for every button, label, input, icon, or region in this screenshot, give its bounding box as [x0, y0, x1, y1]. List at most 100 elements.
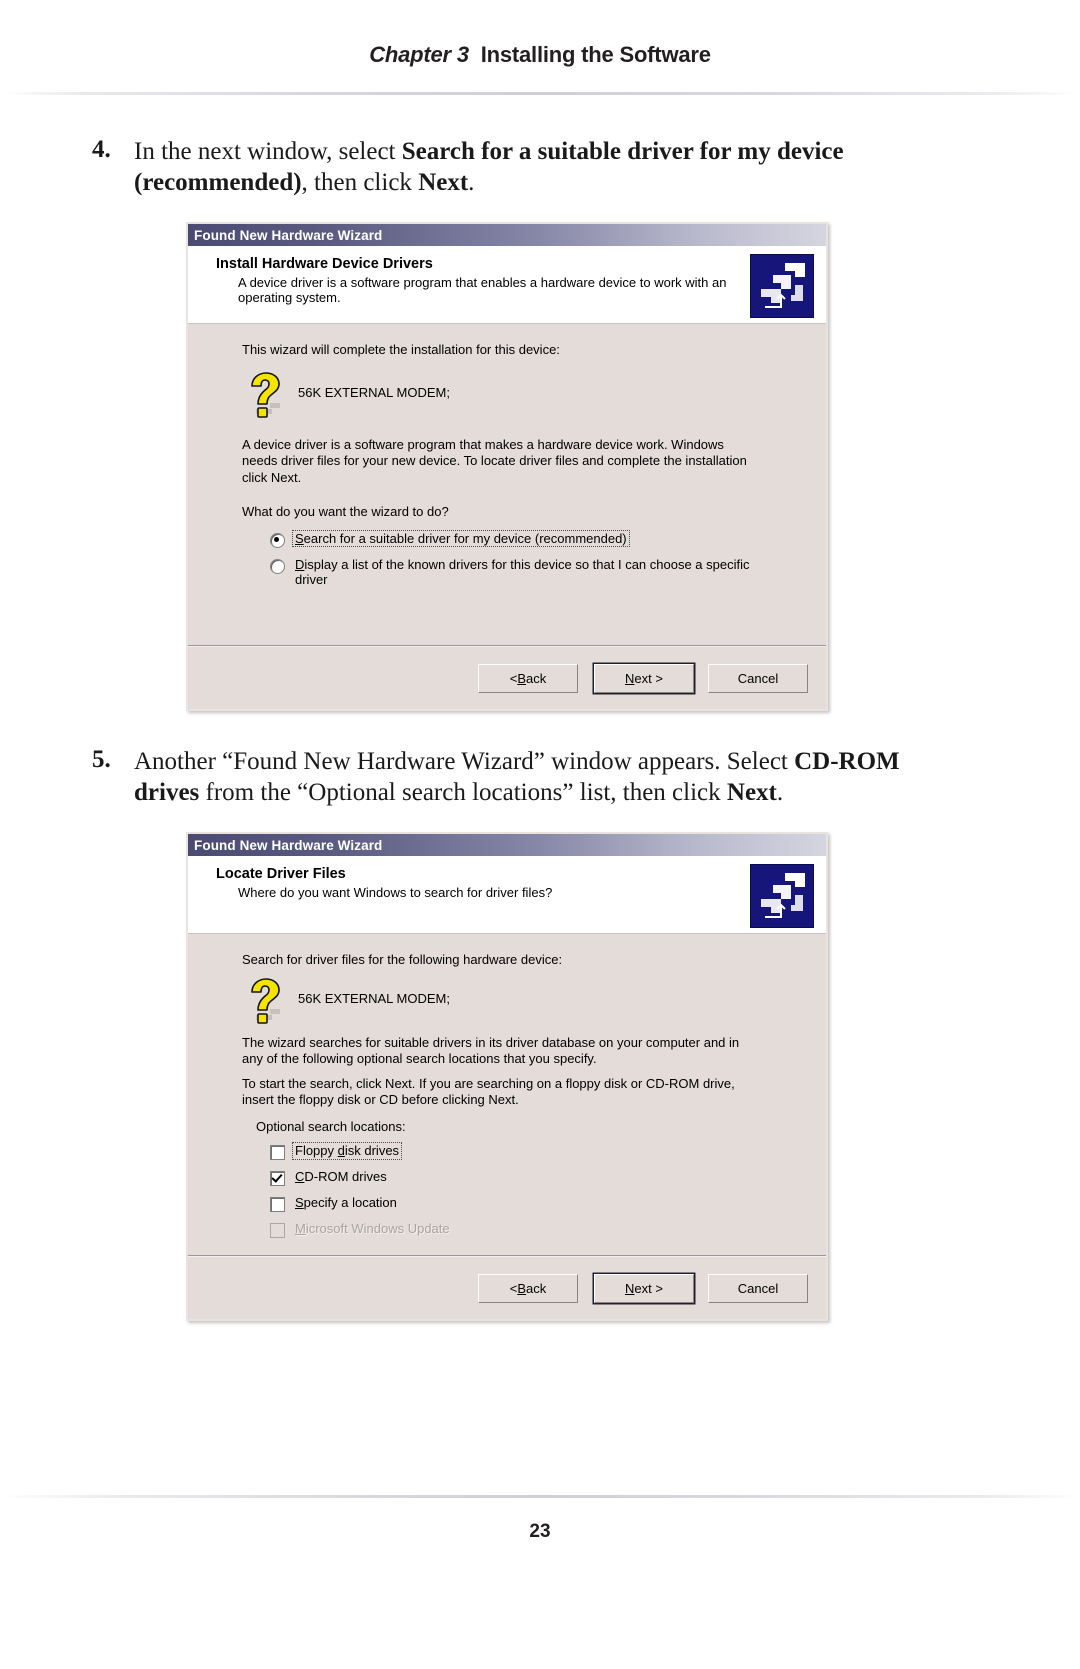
unknown-device-question-icon: [242, 977, 286, 1025]
dialog-1-body: This wizard will complete the installati…: [188, 324, 826, 588]
dialog-1-banner-subtitle: A device driver is a software program th…: [238, 275, 727, 305]
step-5-part2: from the “Optional search locations” lis…: [199, 779, 727, 806]
cancel-button[interactable]: Cancel: [708, 1273, 808, 1303]
radio-option-search-driver[interactable]: Search for a suitable driver for my devi…: [270, 529, 826, 548]
radio-display-list-input[interactable]: [270, 558, 285, 574]
step-5-part3: .: [776, 779, 784, 806]
dialog-1-question: What do you want the wizard to do?: [242, 504, 449, 519]
dialog-2-device-name: 56K EXTERNAL MODEM;: [298, 990, 450, 1006]
header-divider: [0, 92, 1080, 95]
header-chapter: Chapter 3: [369, 42, 469, 67]
radio-search-driver-input[interactable]: [270, 532, 285, 548]
radio-display-list-accel: D: [295, 556, 305, 572]
cancel-button-text: Cancel: [737, 1280, 779, 1296]
cancel-button-text: Cancel: [737, 670, 779, 686]
back-button-text: ack: [526, 670, 547, 686]
checkbox-option-floppy-disk-drives[interactable]: Floppy disk drives: [270, 1142, 826, 1160]
page-number: 23: [529, 1521, 551, 1542]
dialog-2-banner-title: Locate Driver Files: [216, 866, 346, 882]
dialog-2-button-bar: < Back Next > Cancel: [188, 1257, 826, 1319]
dialog-1-titlebar: Found New Hardware Wizard: [188, 224, 826, 246]
checkbox-specify-accel: S: [295, 1195, 304, 1210]
step-5-number: 5.: [92, 746, 111, 773]
radio-search-driver-accel: S: [295, 530, 304, 546]
next-button-text: ext >: [634, 1280, 663, 1296]
next-button[interactable]: Next >: [594, 1273, 694, 1303]
checkbox-cd-rom-drives-input[interactable]: [270, 1171, 285, 1186]
next-button-accel: N: [625, 1280, 635, 1296]
back-button-accel: B: [517, 670, 527, 686]
checkbox-cd-rom-text: D-ROM drives: [304, 1169, 387, 1184]
dialog-1-paragraph: A device driver is a software program th…: [242, 436, 747, 485]
optional-search-locations-label: Optional search locations:: [256, 1118, 406, 1134]
checkbox-option-microsoft-windows-update: Microsoft Windows Update: [270, 1221, 826, 1238]
step-5-part1: Another “Found New Hardware Wizard” wind…: [134, 748, 795, 775]
next-button[interactable]: Next >: [594, 663, 694, 693]
back-button-accel: B: [517, 1280, 527, 1296]
back-button-text: ack: [526, 1280, 547, 1296]
hardware-wizard-icon: [750, 254, 814, 318]
checkbox-windows-update-text: icrosoft Windows Update: [305, 1221, 450, 1236]
dialog-2-body: Search for driver files for the followin…: [188, 934, 826, 1238]
checkbox-windows-update-label: Microsoft Windows Update: [293, 1221, 452, 1237]
back-button[interactable]: < Back: [478, 1273, 578, 1303]
step-5-bold2: Next: [726, 779, 777, 806]
checkbox-option-specify-a-location[interactable]: Specify a location: [270, 1195, 826, 1212]
checkbox-cd-rom-drives-label: CD-ROM drives: [293, 1169, 389, 1185]
dialog-1-intro: This wizard will complete the installati…: [242, 342, 560, 357]
dialog-1-banner-title: Install Hardware Device Drivers: [216, 256, 433, 272]
checkbox-floppy-prefix: Floppy: [295, 1143, 338, 1158]
step-4-part3: .: [468, 169, 475, 196]
checkbox-floppy-disk-drives-label: Floppy disk drives: [291, 1142, 403, 1160]
checkbox-floppy-disk-drives-input[interactable]: [270, 1145, 285, 1160]
radio-search-driver-text: earch for a suitable driver for my devic…: [303, 530, 627, 546]
back-button[interactable]: < Back: [478, 663, 578, 693]
checkbox-floppy-accel: d: [337, 1143, 345, 1158]
dialog-1-banner: Install Hardware Device Drivers A device…: [188, 246, 826, 324]
step-5: 5. Another “Found New Hardware Wizard” w…: [92, 746, 912, 808]
dialog-2-paragraph-1: The wizard searches for suitable drivers…: [242, 1034, 740, 1067]
step-4-number: 4.: [92, 136, 111, 163]
dialog-1-title-text: Found New Hardware Wizard: [194, 227, 383, 243]
back-button-prefix: <: [509, 1280, 518, 1296]
cancel-button[interactable]: Cancel: [708, 663, 808, 693]
unknown-device-question-icon: [242, 371, 286, 419]
dialog-2-banner-subtitle: Where do you want Windows to search for …: [238, 885, 553, 900]
checkbox-specify-location-label: Specify a location: [293, 1195, 399, 1211]
dialog-2-banner: Locate Driver Files Where do you want Wi…: [188, 856, 826, 934]
step-4-text: In the next window, select Search for a …: [134, 136, 912, 198]
found-new-hardware-wizard-dialog-1[interactable]: Found New Hardware Wizard Install Hardwa…: [186, 222, 828, 711]
dialog-2-intro: Search for driver files for the followin…: [242, 952, 563, 967]
dialog-1-device-name: 56K EXTERNAL MODEM;: [298, 384, 450, 400]
back-button-prefix: <: [509, 670, 518, 686]
found-new-hardware-wizard-dialog-2[interactable]: Found New Hardware Wizard Locate Driver …: [186, 832, 828, 1321]
dialog-1-button-bar: < Back Next > Cancel: [188, 647, 826, 709]
checkbox-option-cd-rom-drives[interactable]: CD-ROM drives: [270, 1169, 826, 1186]
step-4: 4. In the next window, select Search for…: [92, 136, 912, 198]
step-4-bold2: Next: [418, 169, 469, 196]
checkbox-specify-text: pecify a location: [303, 1195, 397, 1210]
radio-display-list-text: isplay a list of the known drivers for t…: [295, 556, 750, 588]
checkbox-cd-rom-accel: C: [295, 1169, 305, 1184]
dialog-2-titlebar: Found New Hardware Wizard: [188, 834, 826, 856]
step-5-text: Another “Found New Hardware Wizard” wind…: [134, 746, 912, 808]
dialog-2-device-row: 56K EXTERNAL MODEM;: [242, 977, 826, 1025]
dialog-2-paragraph-2: To start the search, click Next. If you …: [242, 1075, 735, 1108]
hardware-wizard-icon: [750, 864, 814, 928]
checkbox-windows-update-input: [270, 1223, 285, 1238]
header-title: Installing the Software: [480, 42, 711, 67]
dialog-2-title-text: Found New Hardware Wizard: [194, 837, 383, 853]
radio-search-driver-label: Search for a suitable driver for my devi…: [292, 529, 630, 547]
next-button-accel: N: [625, 670, 635, 686]
header-spacer: [469, 42, 481, 67]
step-4-part2: , then click: [301, 169, 419, 196]
radio-display-list-label: Display a list of the known drivers for …: [293, 557, 777, 588]
next-button-text: ext >: [634, 670, 663, 686]
page-header: Chapter 3 Installing the Software: [0, 42, 1080, 68]
checkbox-specify-location-input[interactable]: [270, 1197, 285, 1212]
footer-divider: [0, 1495, 1080, 1498]
radio-option-display-list[interactable]: Display a list of the known drivers for …: [270, 557, 826, 588]
checkbox-windows-update-accel: M: [295, 1221, 306, 1236]
step-4-part1: In the next window, select: [134, 138, 402, 165]
checkbox-floppy-text: isk drives: [344, 1143, 400, 1158]
